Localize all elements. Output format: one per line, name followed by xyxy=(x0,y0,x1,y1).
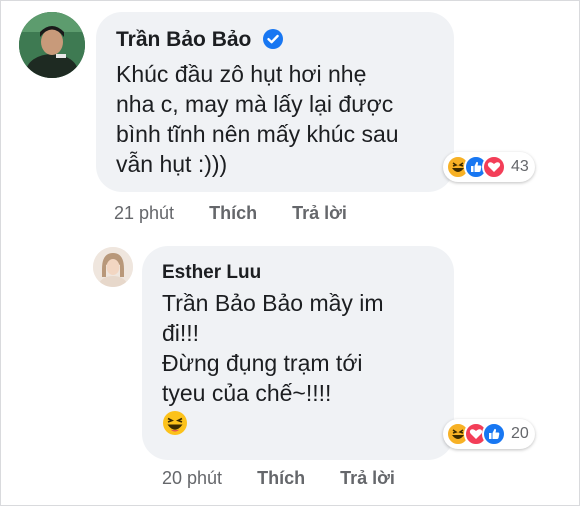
comment-line: vẫn hụt :))) xyxy=(116,151,228,177)
avatar-photo xyxy=(93,247,133,287)
verified-badge-icon xyxy=(263,29,284,49)
comment-line: Trần Bảo Bảo mầy im xyxy=(162,288,384,318)
reply-button[interactable]: Trả lời xyxy=(340,468,395,488)
author-name[interactable]: Esther Luu xyxy=(162,262,261,283)
comment-author[interactable]: Trần Bảo Bảo xyxy=(116,28,284,52)
comment-line: Khúc đầu zô hụt hơi nhẹ xyxy=(116,61,367,87)
comment-line: tyeu của chế~!!!! xyxy=(162,380,332,406)
comment-timestamp[interactable]: 20 phút xyxy=(162,468,222,488)
comment-timestamp[interactable]: 21 phút xyxy=(114,203,174,223)
comment-text: Khúc đầu zô hụt hơi nhẹ nha c, may mà lấ… xyxy=(116,59,399,179)
comment-line: bình tĩnh nên mấy khúc sau xyxy=(116,121,399,147)
reply-button[interactable]: Trả lời xyxy=(292,203,347,223)
comment-actions: 21 phút Thích Trả lời xyxy=(114,203,377,224)
reaction-summary[interactable]: 20 xyxy=(443,419,535,449)
avatar-photo xyxy=(19,12,85,78)
like-button[interactable]: Thích xyxy=(257,468,305,488)
reaction-summary[interactable]: 43 xyxy=(443,152,535,182)
comment-actions: 20 phút Thích Trả lời xyxy=(162,468,425,489)
comment-line-text: mầy im xyxy=(303,290,384,316)
like-button[interactable]: Thích xyxy=(209,203,257,223)
comment-text: Trần Bảo Bảo mầy im đi!!! Đừng đụng trạm… xyxy=(162,288,384,438)
avatar[interactable] xyxy=(19,12,85,78)
comment-line: nha c, may mà lấy lại được xyxy=(116,91,394,117)
reaction-count: 43 xyxy=(511,158,529,175)
love-icon xyxy=(482,155,506,179)
like-icon xyxy=(482,422,506,446)
comment-line: đi!!! xyxy=(162,320,200,346)
comment-author[interactable]: Esther Luu xyxy=(162,262,261,284)
author-name[interactable]: Trần Bảo Bảo xyxy=(116,28,251,51)
avatar[interactable] xyxy=(93,247,133,287)
comment-line: Đừng đụng trạm tới xyxy=(162,350,363,376)
mention-link[interactable]: Trần Bảo Bảo xyxy=(162,290,303,316)
laughing-emoji-icon xyxy=(163,411,187,435)
reaction-count: 20 xyxy=(511,425,529,442)
comment-emoji-line xyxy=(162,408,384,438)
